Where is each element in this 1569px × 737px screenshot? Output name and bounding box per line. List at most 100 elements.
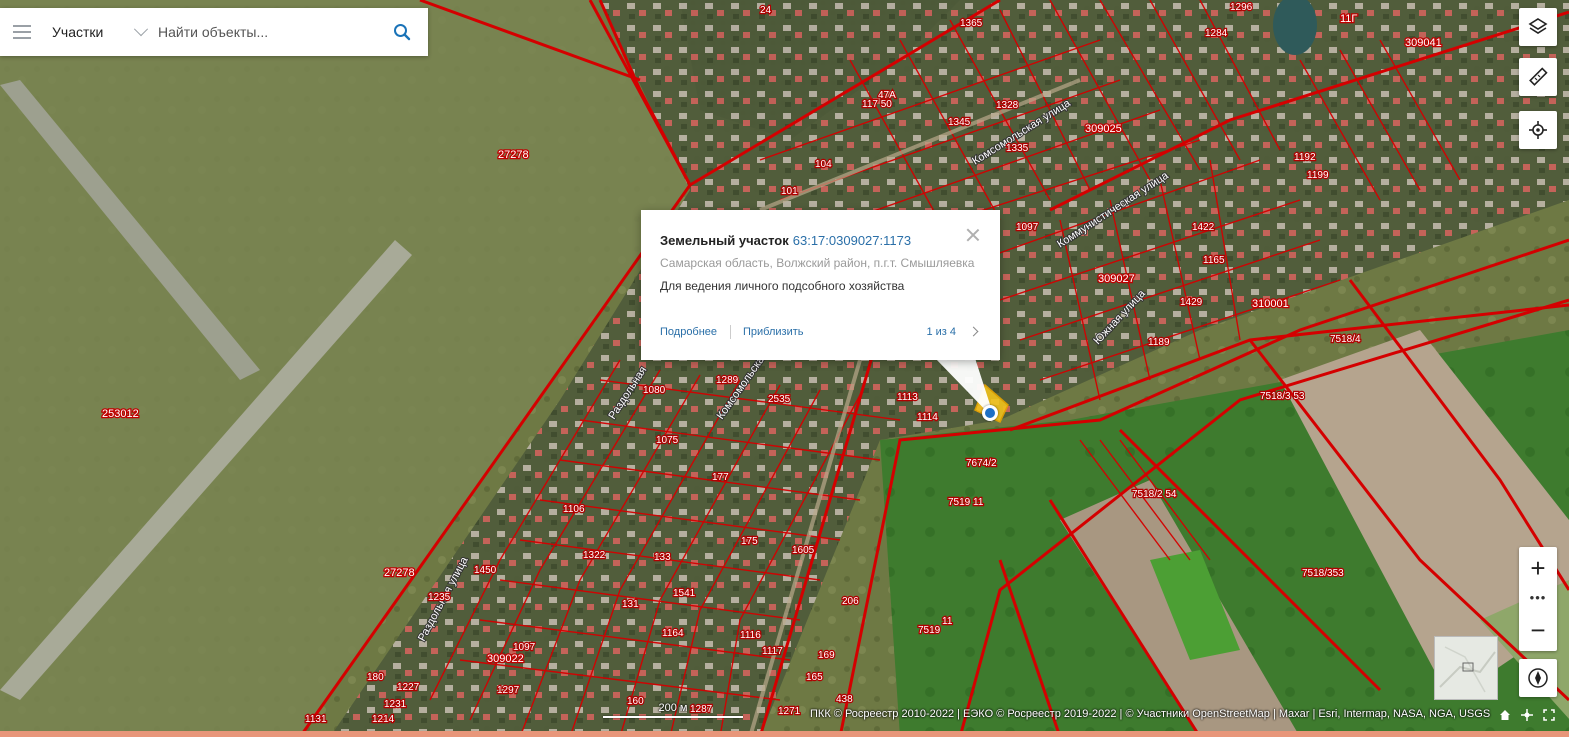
more-dots-icon[interactable]: ••• xyxy=(1519,589,1557,607)
parcel-label: 438 xyxy=(836,694,853,705)
search-button[interactable] xyxy=(376,8,428,56)
bottom-strip xyxy=(0,731,1569,737)
locate-button[interactable] xyxy=(1519,111,1557,149)
quarter-label: 309041 xyxy=(1405,37,1442,49)
search-bar: Участки xyxy=(0,8,428,56)
map-canvas[interactable]: Комсомольская улица Коммунистическая ули… xyxy=(0,0,1569,737)
location-marker[interactable] xyxy=(982,405,998,421)
popup-purpose: Для ведения личного подсобного хозяйства xyxy=(660,279,905,293)
home-icon[interactable] xyxy=(1499,708,1513,722)
ruler-icon xyxy=(1529,67,1548,86)
parcel-label: 169 xyxy=(818,650,835,661)
popup-type-label: Земельный участок xyxy=(660,233,789,248)
parcel-label: 7519 11 xyxy=(948,497,984,508)
parcel-label: 24 xyxy=(760,5,772,16)
compass-button[interactable] xyxy=(1519,659,1557,697)
parcel-label: 104 xyxy=(815,159,832,170)
divider xyxy=(730,325,731,339)
parcel-label: 177 xyxy=(712,472,729,483)
quarter-label: 309025 xyxy=(1085,123,1122,135)
cadastral-number[interactable]: 63:17:0309027:1173 xyxy=(793,233,911,248)
map-svg: Комсомольская улица Коммунистическая ули… xyxy=(0,0,1569,737)
parcel-popup: Земельный участок 63:17:0309027:1173 Сама… xyxy=(641,210,1000,360)
chevron-right-icon[interactable] xyxy=(970,327,980,337)
parcel-label: 7674/2 xyxy=(966,458,997,469)
parcel-label: 1114 xyxy=(917,412,938,423)
parcel-label: 1189 xyxy=(1148,337,1170,348)
layers-button[interactable] xyxy=(1519,8,1557,46)
parcel-label: 175 xyxy=(741,536,758,547)
popup-title: Земельный участок 63:17:0309027:1173 xyxy=(660,233,911,248)
category-label: Участки xyxy=(52,24,104,40)
parcel-label: 131 xyxy=(622,599,639,610)
parcel-label: 1131 xyxy=(305,714,327,725)
parcel-label: 7518/4 xyxy=(1330,334,1361,345)
parcel-label: 11 xyxy=(942,616,953,627)
parcel-label: 1297 xyxy=(497,685,520,696)
popup-footer: Подробнее Приблизить 1 из 4 xyxy=(660,325,980,342)
parcel-label: 7518/353 xyxy=(1302,568,1344,579)
parcel-label: 1116 xyxy=(740,630,761,641)
fullscreen-icon[interactable] xyxy=(1543,708,1557,722)
more-details-link[interactable]: Подробнее xyxy=(660,326,717,338)
parcel-label: 165 xyxy=(806,672,823,683)
menu-icon[interactable] xyxy=(0,8,44,56)
quarter-label: 27278 xyxy=(384,567,415,579)
zoom-out-button[interactable]: − xyxy=(1519,611,1557,649)
parcel-label: 180 xyxy=(367,672,384,683)
search-input[interactable] xyxy=(152,8,376,56)
parcel-label: 1271 xyxy=(778,706,801,717)
parcel-label: 7519 xyxy=(918,625,941,636)
category-select[interactable]: Участки xyxy=(44,8,152,56)
parcel-label: 1328 xyxy=(996,100,1019,111)
locate-icon xyxy=(1529,121,1547,139)
parcel-label: 1227 xyxy=(397,682,420,693)
layers-icon xyxy=(1528,18,1548,34)
parcel-label: 133 xyxy=(654,552,671,563)
attribution: ПКК © Росреестр 2010-2022 | ЕЭКО © Росре… xyxy=(810,708,1491,720)
zoom-to-link[interactable]: Приблизить xyxy=(743,326,804,338)
parcel-label: 1231 xyxy=(384,699,407,710)
parcel-label: 1199 xyxy=(1307,170,1329,181)
search-icon xyxy=(394,24,411,41)
parcel-label: 1365 xyxy=(960,18,983,29)
parcel-label: 1117 xyxy=(762,646,783,657)
result-pager: 1 из 4 xyxy=(926,326,956,338)
parcel-label: 101 xyxy=(781,186,798,197)
quarter-label: 11Г xyxy=(1340,13,1357,25)
quarter-label: 309027 xyxy=(1098,273,1135,285)
quarter-label: 310001 xyxy=(1252,298,1289,310)
parcel-label: 1429 xyxy=(1180,297,1203,308)
parcel-label: 1113 xyxy=(897,392,918,403)
scale-bar: 200 м xyxy=(603,702,743,718)
parcel-label: 1605 xyxy=(792,545,815,556)
quarter-label: 309022 xyxy=(487,653,524,665)
parcel-label: 7518/3 53 xyxy=(1260,391,1305,402)
parcel-label: 1235 xyxy=(428,592,451,603)
quarter-label: 253012 xyxy=(102,408,139,420)
minimap-thumbnail xyxy=(1435,637,1497,699)
parcel-label: 1097 xyxy=(513,642,536,653)
ruler-button[interactable] xyxy=(1519,58,1557,96)
parcel-label: 1164 xyxy=(662,628,684,639)
parcel-label: 1322 xyxy=(583,550,606,561)
zoom-in-button[interactable]: + xyxy=(1519,549,1557,587)
quarter-label: 27278 xyxy=(498,149,529,161)
target-icon[interactable] xyxy=(1521,708,1535,722)
parcel-label: 1335 xyxy=(1006,143,1029,154)
parcel-label: 117 50 xyxy=(862,99,892,110)
bottom-icons xyxy=(1499,708,1557,722)
parcel-label: 1450 xyxy=(474,565,497,576)
close-icon[interactable] xyxy=(966,228,980,242)
parcel-label: 2535 xyxy=(768,394,791,405)
parcel-label: 1289 xyxy=(716,375,739,386)
parcel-label: 1080 xyxy=(643,385,666,396)
parcel-label: 1214 xyxy=(372,714,395,725)
chevron-down-icon xyxy=(133,22,149,37)
minimap[interactable] xyxy=(1434,636,1498,700)
parcel-label: 1106 xyxy=(563,504,585,515)
parcel-label: 1075 xyxy=(656,435,679,446)
zoom-control: + ••• − xyxy=(1519,547,1557,651)
compass-icon xyxy=(1528,668,1548,688)
parcel-label: 7518/2 54 xyxy=(1132,489,1177,500)
